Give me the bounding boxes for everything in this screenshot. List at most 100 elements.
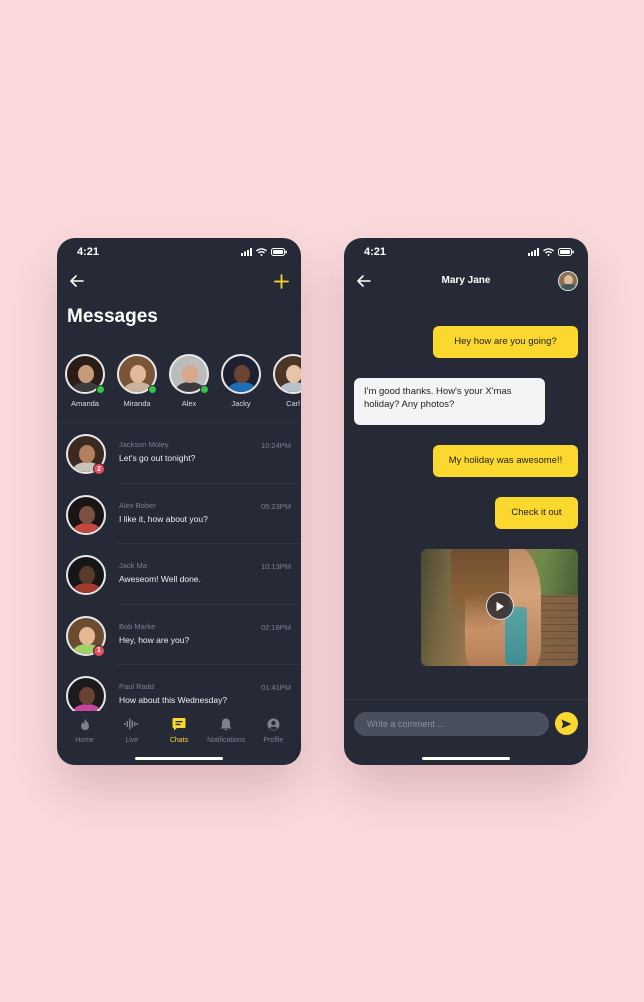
chat-time: 10:13PM	[260, 562, 291, 571]
avatar-face	[79, 445, 95, 463]
story-avatar	[169, 354, 209, 394]
tab-profile[interactable]: Profile	[250, 714, 296, 765]
message-text: Check it out	[511, 506, 562, 518]
battery-icon	[271, 248, 287, 256]
tab-home[interactable]: Home	[62, 714, 108, 765]
chat-bubble-icon	[172, 718, 186, 731]
story-avatar	[65, 354, 105, 394]
chat-preview: Let's go out tonight?	[119, 453, 196, 463]
story-avatar	[117, 354, 157, 394]
avatar[interactable]	[66, 494, 106, 535]
story-item[interactable]: Alex	[169, 354, 209, 414]
status-time: 4:21	[77, 246, 100, 258]
chat-time: 01:41PM	[260, 683, 291, 692]
tab-label: Home	[75, 737, 94, 744]
chat-list: 2 Jackson Moley Let's go out tonight? 10:24…	[57, 423, 301, 726]
page-title: Messages	[67, 306, 158, 327]
chat-time: 10:24PM	[260, 441, 291, 450]
story-item[interactable]: Jacky	[221, 354, 261, 414]
conversation-header	[344, 270, 588, 292]
story-item[interactable]: Amanda	[65, 354, 105, 414]
status-bar: 4:21	[57, 238, 301, 266]
tab-label: Notifications	[207, 737, 246, 744]
message-text: I'm good thanks. How's your X'mas holida…	[364, 386, 512, 410]
story-avatar	[273, 354, 301, 394]
chat-preview: How about this Wednesday?	[119, 695, 228, 705]
top-bar	[57, 270, 301, 292]
comment-input[interactable]	[354, 712, 549, 736]
message-incoming: I'm good thanks. How's your X'mas holida…	[354, 378, 545, 425]
video-message[interactable]	[421, 549, 578, 666]
story-item[interactable]: Carl	[273, 354, 301, 414]
avatar-shoulders	[228, 382, 256, 392]
story-name: Miranda	[123, 399, 151, 408]
avatar-face	[78, 365, 94, 383]
chat-row[interactable]: Alex Bober I like it, how about you? 05:23…	[57, 484, 301, 544]
unread-badge: 1	[93, 644, 105, 657]
play-icon	[496, 601, 504, 611]
avatar-face	[79, 626, 95, 645]
wifi-icon	[256, 248, 267, 256]
chat-name: Jack Ma	[119, 561, 147, 570]
new-message-plus-icon[interactable]	[271, 271, 291, 291]
avatar-shoulders	[73, 522, 101, 533]
avatar-shoulders	[280, 382, 301, 392]
story-avatar	[221, 354, 261, 394]
bell-icon	[220, 718, 232, 731]
story-name: Jacky	[231, 399, 251, 408]
message-outgoing: My holiday was awesome!!	[433, 445, 578, 477]
online-indicator	[148, 385, 157, 394]
chat-time: 05:23PM	[260, 501, 291, 511]
avatar-face	[79, 505, 95, 524]
avatar-face	[182, 365, 198, 383]
profile-icon	[267, 718, 280, 730]
chat-name: Alex Bober	[119, 500, 156, 510]
chat-preview: Aweseom! Well done.	[119, 574, 201, 584]
chat-preview: I like it, how about you?	[119, 513, 208, 524]
battery-icon	[558, 248, 574, 256]
send-button[interactable]	[555, 712, 578, 735]
message-text: Hey how are you going?	[454, 335, 557, 347]
conversation-screen: 4:21 Mary Jane Hey how are you going? I'…	[344, 238, 588, 765]
send-icon	[561, 719, 572, 728]
status-icons	[528, 248, 574, 256]
home-indicator	[422, 757, 510, 760]
back-arrow-icon[interactable]	[354, 271, 374, 291]
contact-avatar[interactable]	[558, 271, 578, 291]
story-name: Carl	[286, 399, 300, 408]
chat-row[interactable]: 1 Bob Marke Hey, how are you? 02:18PM	[57, 605, 301, 665]
signal-icon	[241, 248, 252, 256]
stories-row[interactable]: Amanda Miranda Alex Jacky Carl	[65, 354, 301, 414]
avatar-face	[79, 566, 95, 584]
avatar[interactable]	[66, 676, 106, 716]
online-indicator	[200, 385, 209, 394]
messages-screen: 4:21 Messages Amanda Miranda Alex Jacky Carl…	[57, 238, 301, 765]
chat-row[interactable]: 2 Jackson Moley Let's go out tonight? 10:24…	[57, 423, 301, 484]
play-button[interactable]	[486, 592, 514, 620]
chat-name: Paul Radd	[119, 682, 155, 691]
chat-name: Bob Marke	[119, 621, 156, 631]
avatar-face	[130, 365, 146, 383]
back-arrow-icon[interactable]	[67, 271, 87, 291]
tab-label: Profile	[263, 737, 284, 744]
avatar[interactable]	[221, 354, 261, 394]
online-indicator	[96, 385, 105, 394]
status-bar: 4:21	[344, 238, 588, 266]
message-outgoing: Hey how are you going?	[433, 326, 578, 358]
avatar-face	[234, 365, 250, 383]
chat-preview: Hey, how are you?	[119, 634, 190, 645]
home-indicator	[135, 757, 223, 760]
tab-label: Live	[125, 737, 139, 744]
avatar-face	[286, 365, 301, 383]
status-icons	[241, 248, 287, 256]
story-name: Amanda	[71, 399, 99, 408]
avatar-face	[79, 687, 95, 705]
chat-row[interactable]: Jack Ma Aweseom! Well done. 10:13PM	[57, 544, 301, 605]
avatar[interactable]	[273, 354, 301, 394]
signal-icon	[528, 248, 539, 256]
story-item[interactable]: Miranda	[117, 354, 157, 414]
message-text: My holiday was awesome!!	[448, 454, 563, 466]
wifi-icon	[543, 248, 554, 256]
tab-label: Chats	[169, 737, 189, 744]
avatar[interactable]	[66, 555, 106, 595]
